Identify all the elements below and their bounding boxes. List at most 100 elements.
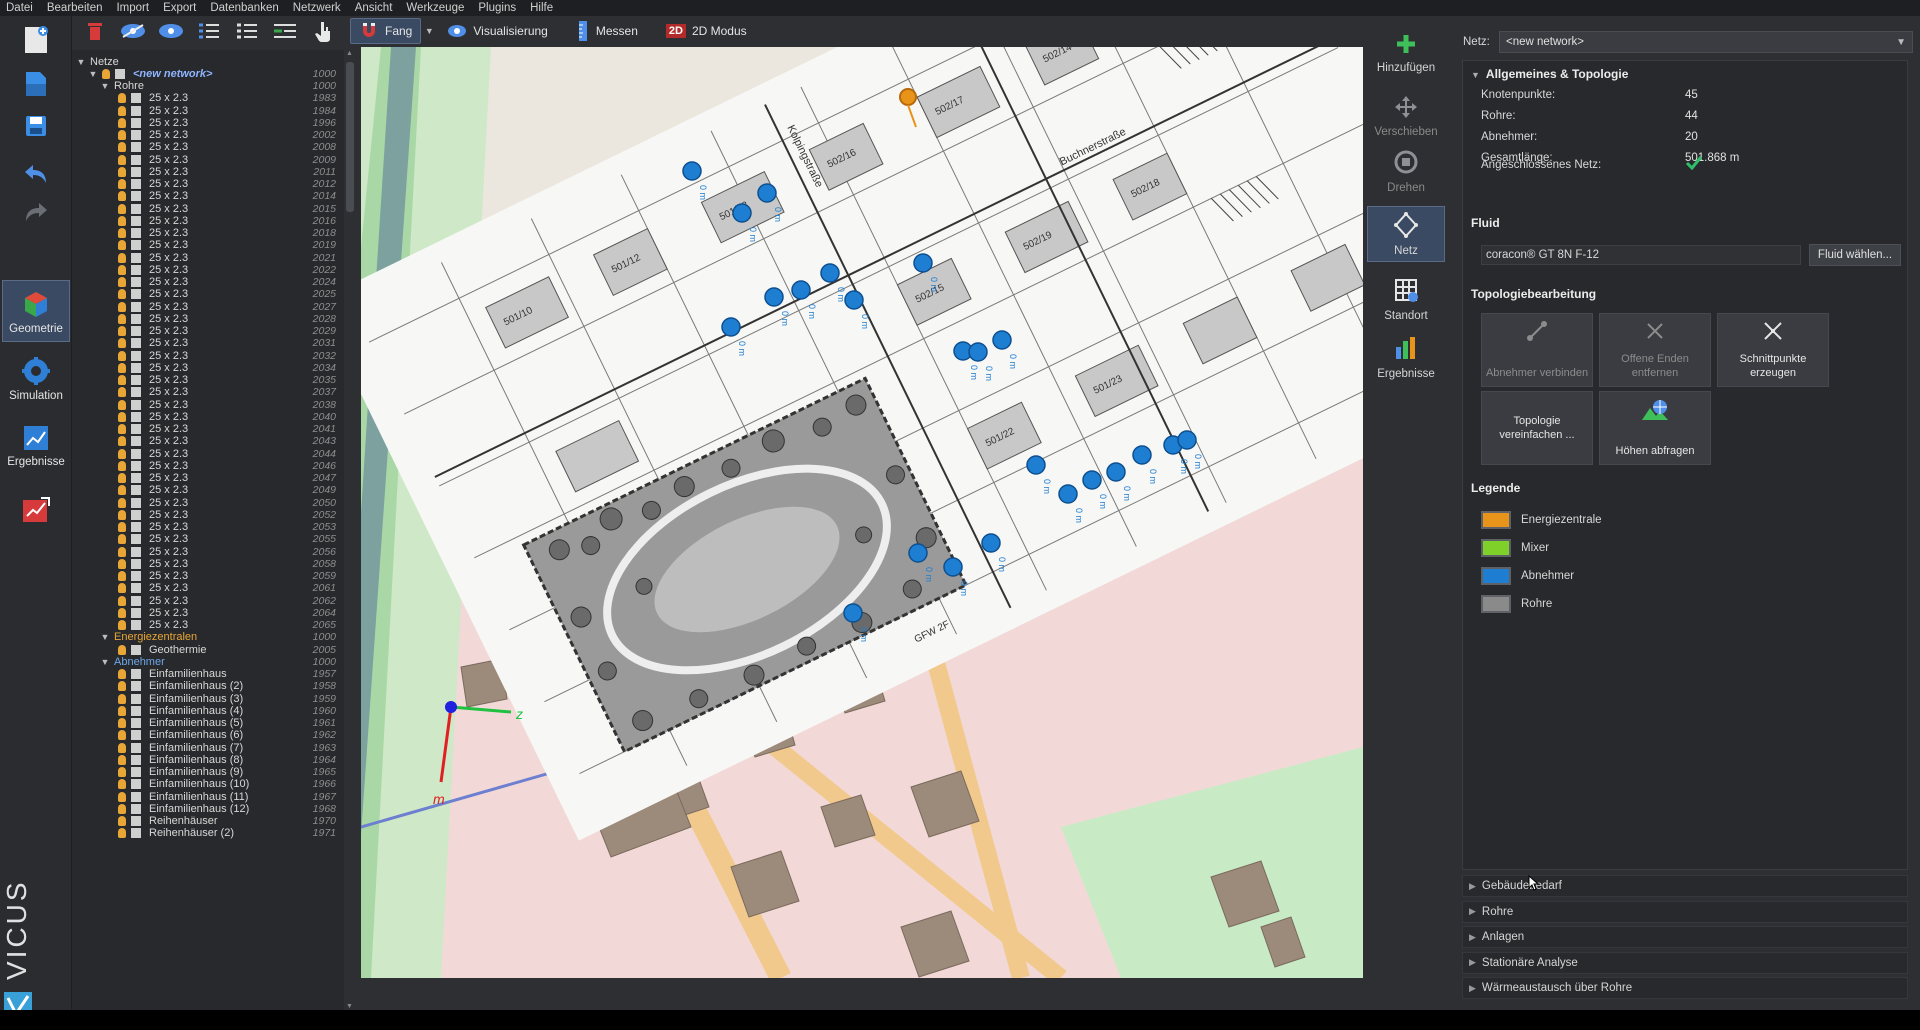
scene-canvas[interactable]: 501/10 501/12 501/13 502/16 502/17 502/1… bbox=[361, 47, 1363, 978]
visibility-bulb-icon[interactable] bbox=[118, 375, 126, 385]
visibility-bulb-icon[interactable] bbox=[118, 350, 126, 361]
selection-checkbox[interactable] bbox=[131, 583, 141, 594]
selection-checkbox[interactable] bbox=[131, 509, 141, 520]
visibility-bulb-icon[interactable] bbox=[118, 485, 126, 496]
visibility-bulb-icon[interactable] bbox=[118, 252, 126, 263]
visibility-bulb-icon[interactable] bbox=[118, 93, 126, 104]
visibility-bulb-icon[interactable] bbox=[118, 767, 126, 777]
selection-checkbox[interactable] bbox=[131, 350, 141, 361]
abnehmer-node[interactable] bbox=[721, 317, 741, 337]
network-select[interactable]: <new network> ▼ bbox=[1499, 31, 1913, 53]
fluid-select-button[interactable]: Fluid wählen... bbox=[1809, 244, 1901, 266]
topology-button[interactable]: Höhen abfragen bbox=[1599, 391, 1711, 465]
selection-checkbox[interactable] bbox=[131, 289, 141, 300]
selection-checkbox[interactable] bbox=[131, 497, 141, 508]
selection-checkbox[interactable] bbox=[131, 252, 141, 263]
visibility-bulb-icon[interactable] bbox=[118, 473, 126, 483]
selection-checkbox[interactable] bbox=[131, 338, 141, 349]
visibility-bulb-icon[interactable] bbox=[118, 571, 126, 581]
selection-checkbox[interactable] bbox=[131, 117, 141, 128]
abnehmer-node[interactable] bbox=[820, 263, 840, 283]
selection-checkbox[interactable] bbox=[131, 142, 141, 153]
visibility-bulb-icon[interactable] bbox=[118, 130, 126, 140]
mode-geometrie-button[interactable]: Geometrie bbox=[2, 280, 70, 342]
abnehmer-node[interactable] bbox=[1106, 462, 1126, 482]
visibility-bulb-icon[interactable] bbox=[118, 558, 126, 569]
fang-button[interactable]: Fang bbox=[350, 18, 422, 44]
selection-checkbox[interactable] bbox=[131, 730, 141, 741]
collapsed-section[interactable]: ▶ Stationäre Analyse bbox=[1462, 951, 1908, 974]
menu-item[interactable]: Datei bbox=[6, 2, 33, 14]
abnehmer-node[interactable] bbox=[732, 203, 752, 223]
abnehmer-node[interactable] bbox=[1132, 445, 1152, 465]
visualisierung-button[interactable]: Visualisierung bbox=[439, 18, 556, 44]
tree-scrollbar-thumb[interactable] bbox=[346, 62, 354, 212]
visibility-bulb-icon[interactable] bbox=[118, 301, 126, 312]
visibility-bulb-icon[interactable] bbox=[118, 730, 126, 741]
collapsed-section[interactable]: ▶ Wärmeaustausch über Rohre bbox=[1462, 977, 1908, 999]
selection-checkbox[interactable] bbox=[131, 313, 141, 324]
3d-viewport[interactable]: 501/10 501/12 501/13 502/16 502/17 502/1… bbox=[361, 47, 1363, 978]
expand-arrow-icon[interactable]: ▼ bbox=[100, 632, 110, 642]
topology-button[interactable]: Topologie vereinfachen ... bbox=[1481, 391, 1593, 465]
selection-checkbox[interactable] bbox=[131, 240, 141, 251]
selection-checkbox[interactable] bbox=[131, 277, 141, 287]
abnehmer-node[interactable] bbox=[968, 342, 988, 362]
redo-button[interactable] bbox=[8, 192, 64, 232]
visibility-bulb-icon[interactable] bbox=[118, 742, 126, 753]
mode-verschieben-button[interactable]: Verschieben bbox=[1367, 86, 1445, 142]
tree-item-abnehmer[interactable]: Reihenhäuser (2) 1971 bbox=[72, 826, 346, 841]
visibility-bulb-icon[interactable] bbox=[118, 705, 126, 716]
abnehmer-node[interactable] bbox=[1058, 484, 1078, 504]
delete-button[interactable] bbox=[80, 17, 110, 45]
abnehmer-node[interactable] bbox=[764, 287, 784, 307]
visibility-bulb-icon[interactable] bbox=[118, 117, 126, 128]
selection-checkbox[interactable] bbox=[131, 326, 141, 336]
visibility-bulb-icon[interactable] bbox=[118, 264, 126, 275]
expand-arrow-icon[interactable]: ▼ bbox=[88, 69, 98, 79]
topology-button[interactable]: Schnittpunkte erzeugen bbox=[1717, 313, 1829, 387]
selection-checkbox[interactable] bbox=[131, 693, 141, 704]
selection-checkbox[interactable] bbox=[131, 460, 141, 471]
selection-checkbox[interactable] bbox=[131, 742, 141, 753]
mode-netz-button[interactable]: Netz bbox=[1367, 206, 1445, 262]
selection-checkbox[interactable] bbox=[115, 68, 125, 79]
selection-checkbox[interactable] bbox=[131, 669, 141, 679]
selection-checkbox[interactable] bbox=[131, 411, 141, 422]
visibility-bulb-icon[interactable] bbox=[118, 816, 126, 826]
selection-checkbox[interactable] bbox=[131, 681, 141, 692]
fang-dropdown-button[interactable]: ▼ bbox=[423, 17, 435, 45]
topology-button[interactable]: Abnehmer verbinden bbox=[1481, 313, 1593, 387]
visibility-bulb-icon[interactable] bbox=[118, 460, 126, 471]
selection-checkbox[interactable] bbox=[131, 816, 141, 826]
abnehmer-node[interactable] bbox=[908, 543, 928, 563]
visibility-bulb-icon[interactable] bbox=[118, 791, 126, 802]
visibility-bulb-icon[interactable] bbox=[118, 669, 126, 679]
selection-checkbox[interactable] bbox=[131, 448, 141, 459]
visibility-bulb-icon[interactable] bbox=[118, 595, 126, 606]
mode-simulation-button[interactable]: Simulation bbox=[2, 346, 70, 408]
messen-button[interactable]: Messen bbox=[568, 18, 646, 44]
menu-item[interactable]: Werkzeuge bbox=[406, 2, 464, 14]
selection-checkbox[interactable] bbox=[131, 130, 141, 140]
abnehmer-node[interactable] bbox=[844, 290, 864, 310]
menu-item[interactable]: Export bbox=[163, 2, 196, 14]
selection-checkbox[interactable] bbox=[131, 203, 141, 214]
save-project-button[interactable] bbox=[8, 106, 64, 146]
export-button[interactable] bbox=[8, 490, 64, 530]
visibility-bulb-icon[interactable] bbox=[118, 326, 126, 336]
selection-checkbox[interactable] bbox=[131, 375, 141, 385]
menu-item[interactable]: Bearbeiten bbox=[47, 2, 103, 14]
open-project-button[interactable] bbox=[8, 64, 64, 104]
scroll-up-icon[interactable]: ▲ bbox=[346, 50, 353, 57]
visibility-bulb-icon[interactable] bbox=[118, 681, 126, 692]
selection-checkbox[interactable] bbox=[131, 191, 141, 202]
abnehmer-node[interactable] bbox=[943, 557, 963, 577]
menu-item[interactable]: Datenbanken bbox=[210, 2, 278, 14]
selection-checkbox[interactable] bbox=[131, 620, 141, 630]
visibility-bulb-icon[interactable] bbox=[118, 509, 126, 520]
visibility-bulb-icon[interactable] bbox=[118, 620, 126, 630]
selection-checkbox[interactable] bbox=[131, 571, 141, 581]
scroll-down-icon[interactable]: ▼ bbox=[346, 1003, 353, 1010]
selection-checkbox[interactable] bbox=[131, 791, 141, 802]
